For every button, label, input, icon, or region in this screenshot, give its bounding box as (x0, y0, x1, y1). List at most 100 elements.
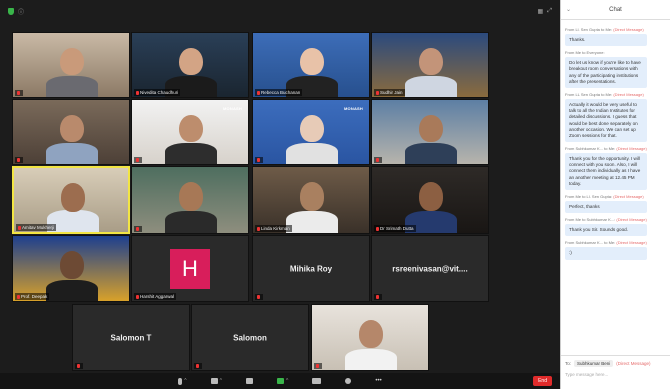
gallery-view-icon[interactable]: ▦ (538, 8, 544, 15)
chat-message-bubble: Actually it would be very useful to talk… (565, 98, 647, 143)
direct-message-tag: (Direct Message) (616, 361, 651, 366)
participant-face (61, 182, 85, 212)
video-tile[interactable]: MONASH (252, 99, 370, 165)
participants-icon (210, 378, 218, 384)
participant-face (179, 114, 203, 143)
chat-message-input[interactable]: Type message here... (565, 372, 667, 377)
chat-title: Chat (609, 6, 622, 13)
video-tile[interactable]: Mihika Roy (252, 235, 370, 302)
chevron-up-icon[interactable]: ^ (220, 378, 222, 384)
muted-mic-icon (136, 158, 139, 162)
participant-face (179, 47, 203, 76)
video-tile[interactable] (371, 99, 489, 165)
participants-button[interactable]: ^ (210, 378, 222, 384)
participant-name-label (15, 90, 23, 96)
video-tile[interactable] (12, 32, 130, 98)
chat-compose: To: Subhkumar Beni (Direct Message) Type… (561, 355, 670, 389)
chat-message-sender: From Me to Everyone: (565, 50, 666, 55)
participant-name-label (314, 363, 322, 369)
reactions-button[interactable] (345, 378, 352, 384)
video-tile[interactable]: Dr Srimath Dutta (371, 166, 489, 234)
video-tile[interactable]: Nivedita Chaudhuri (131, 32, 249, 98)
direct-message-tag: (Direct Message) (613, 91, 644, 97)
muted-mic-icon (376, 90, 379, 95)
to-label: To: (565, 361, 572, 366)
top-bar: ⓘ ▦ ⤢ (0, 0, 560, 22)
chat-message-bubble: :) (565, 247, 647, 260)
more-button[interactable]: ••• (375, 378, 381, 384)
muted-mic-icon (376, 158, 379, 162)
video-tile[interactable]: Prof. Deepak (12, 235, 130, 302)
video-tile[interactable]: Sudhir Jain (371, 32, 489, 98)
participant-name-label (134, 226, 142, 232)
participant-name-label (134, 157, 142, 163)
chevron-up-icon[interactable]: ^ (286, 378, 288, 384)
institution-logo: MONASH (223, 106, 242, 111)
video-tile[interactable]: MONASH (131, 99, 249, 165)
video-tile[interactable]: rsreenivasan@vit.... (371, 235, 489, 302)
meeting-toolbar: ^ ^ ^ ••• End (0, 373, 560, 389)
chat-message-bubble: Do let us know if you're like to have br… (565, 57, 647, 88)
participant-name-center: Salomon (233, 333, 267, 342)
muted-mic-icon (136, 294, 139, 299)
mute-button[interactable]: ^ (178, 377, 187, 385)
participant-name-label (255, 294, 263, 300)
chevron-up-icon[interactable]: ^ (184, 378, 186, 384)
chat-message-sender: From Me to Ll. Sen Gupta: (Direct Messag… (565, 194, 666, 199)
participant-name-label: Rebecca Buchanan (255, 89, 303, 96)
end-meeting-button[interactable]: End (533, 376, 552, 386)
institution-logo: MONASH (344, 106, 363, 111)
muted-mic-icon (316, 364, 319, 368)
video-tile[interactable] (131, 166, 249, 234)
sender-label: From LL Sen Gupta to Me: (565, 91, 613, 97)
participant-name-label: Harshit Aggarwal (134, 293, 177, 300)
video-tile[interactable]: Salomon T (72, 304, 190, 371)
participant-name: Dr Srimath Dutta (380, 226, 414, 231)
participant-name-label: Dr Srimath Dutta (374, 225, 416, 232)
chat-message-list[interactable]: From Ll. Sen Gupta to Me: (Direct Messag… (561, 20, 670, 260)
video-tile[interactable] (12, 99, 130, 165)
muted-mic-icon (376, 295, 379, 299)
participant-name-center: Mihika Roy (289, 264, 333, 273)
chat-button[interactable] (246, 378, 254, 384)
share-screen-button[interactable]: ^ (277, 378, 288, 384)
participant-face (419, 114, 443, 143)
fullscreen-icon[interactable]: ⤢ (547, 8, 552, 15)
sender-label: From Subhkumar K... to Me: (565, 240, 616, 246)
info-icon[interactable]: ⓘ (18, 7, 24, 16)
direct-message-tag: (Direct Message) (613, 194, 644, 199)
participant-name-label (374, 294, 382, 300)
zoom-window: ⓘ ▦ ⤢ Nivedita Chaudhuri Rebecca Buchanan… (0, 0, 670, 389)
security-shield-icon[interactable] (8, 7, 14, 15)
participant-face (419, 181, 443, 211)
sender-label: From Ll. Sen Gupta to Me: (565, 27, 613, 32)
video-tile[interactable] (311, 304, 429, 371)
participant-face (60, 47, 84, 76)
recipient-select[interactable]: Subhkumar Beni (574, 360, 614, 367)
participant-name: Prof. Deepak (21, 294, 48, 299)
participant-name: Nivedita Chaudhuri (140, 90, 179, 95)
chat-message-sender: From Subhkumar K... to Me: (Direct Messa… (565, 240, 666, 245)
participant-face (60, 250, 84, 279)
collapse-chevron-icon[interactable]: ⌄ (566, 6, 571, 13)
participant-name-label (255, 157, 263, 163)
more-dots-icon: ••• (375, 378, 382, 384)
muted-mic-icon (257, 226, 260, 231)
participant-name-label: Linda Kirkman (255, 225, 292, 232)
video-tile[interactable]: Linda Kirkman (252, 166, 370, 234)
video-tile[interactable]: Amitav Mukherji (12, 166, 130, 234)
video-tile[interactable]: H Harshit Aggarwal (131, 235, 249, 302)
video-tile[interactable]: Salomon (191, 304, 309, 371)
record-button[interactable] (312, 378, 322, 384)
participant-body (286, 211, 338, 233)
participant-name-label: Prof. Deepak (15, 293, 50, 300)
participant-face (359, 319, 383, 348)
video-tile[interactable]: Rebecca Buchanan (252, 32, 370, 98)
muted-mic-icon (18, 225, 21, 230)
participant-body (405, 75, 457, 97)
participant-name-label (75, 363, 83, 369)
participant-face (179, 181, 203, 211)
direct-message-tag: (Direct Message) (616, 240, 647, 246)
chat-message-sender: From Subhkumar K... to Me: (Direct Messa… (565, 146, 666, 151)
muted-mic-icon (196, 364, 199, 368)
